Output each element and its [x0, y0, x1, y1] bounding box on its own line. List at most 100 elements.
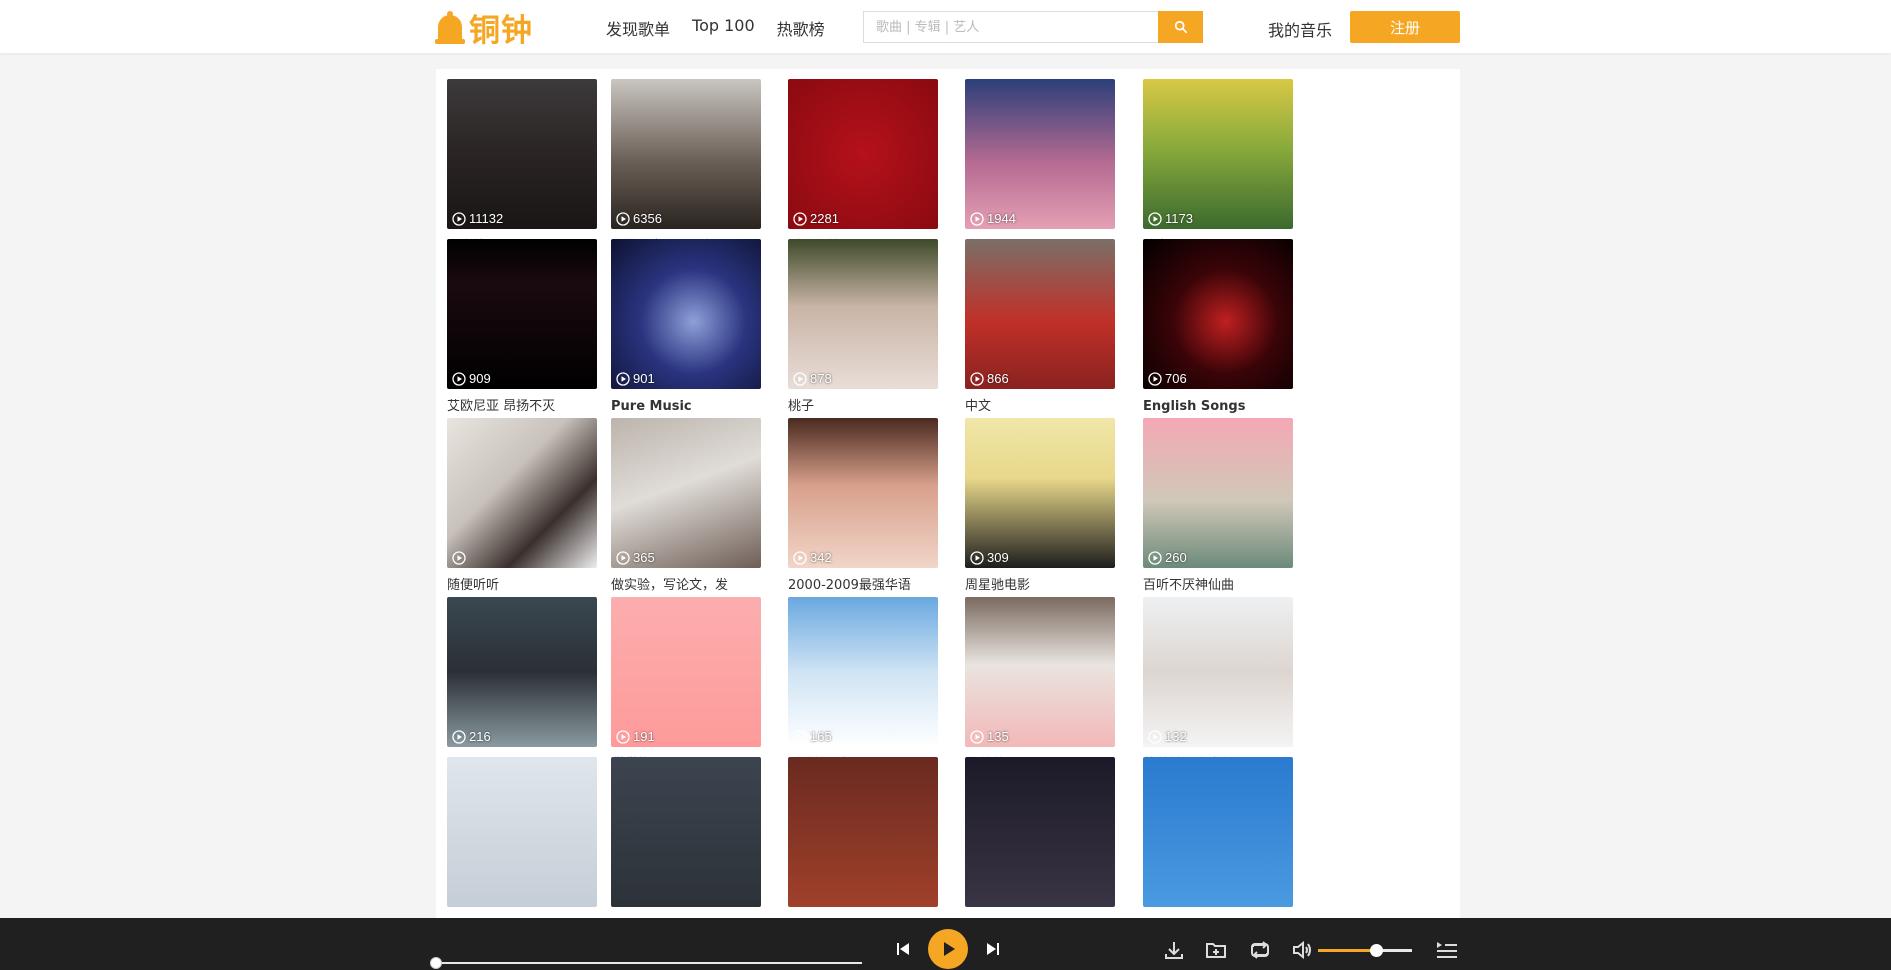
playlist-card[interactable]: 866 中文: [965, 239, 1115, 417]
nav-hot-songs[interactable]: 热歌榜: [777, 16, 825, 40]
play-count: 191: [616, 729, 655, 744]
play-count-value: 216: [469, 729, 491, 744]
playlist-card[interactable]: [447, 757, 597, 915]
play-count: 6356: [616, 211, 662, 226]
playlist-card[interactable]: 165听歌第一版: [788, 597, 938, 775]
playlist-card[interactable]: 1944许嵩: [965, 79, 1115, 257]
play-icon: [944, 942, 955, 956]
playlist-card[interactable]: [788, 757, 938, 915]
play-count-value: 165: [810, 729, 832, 744]
play-circle-icon: [970, 729, 984, 744]
playlist-card[interactable]: [965, 757, 1115, 915]
playlist-cover[interactable]: 11132: [447, 79, 597, 229]
progress-knob[interactable]: [430, 957, 442, 969]
play-count: [452, 551, 469, 565]
main-nav: 发现歌单 Top 100 热歌榜: [606, 16, 825, 40]
playlist-title[interactable]: English Songs: [1143, 397, 1273, 417]
play-count: 901: [616, 371, 655, 386]
play-circle-icon: [1148, 550, 1162, 565]
playlist-cover[interactable]: 901: [611, 239, 761, 389]
playlist-card[interactable]: 909艾欧尼亚 昂扬不灭（S1-S10）: [447, 239, 597, 437]
volume-icon: [1293, 940, 1311, 960]
playlist-card[interactable]: 6356夜曲一出，谁与争锋?: [611, 79, 761, 257]
playlist-cover[interactable]: [965, 757, 1115, 907]
logo[interactable]: 铜钟: [435, 8, 533, 49]
play-circle-icon: [1148, 211, 1162, 226]
playlist-card[interactable]: 3422000-2009最强华语歌单榜: [788, 418, 938, 616]
playlist-card[interactable]: [611, 757, 761, 915]
playlist-cover[interactable]: [611, 757, 761, 907]
playlist-title[interactable]: 中文: [965, 397, 1095, 417]
playlist-title[interactable]: 桃子: [788, 397, 918, 417]
playlist-cover[interactable]: [447, 757, 597, 907]
play-count: 2281: [793, 211, 839, 226]
playlist-card[interactable]: 878 桃子: [788, 239, 938, 417]
register-button[interactable]: 注册: [1350, 11, 1460, 43]
playlist-cover[interactable]: 132: [1143, 597, 1293, 747]
playlist-cover[interactable]: 191: [611, 597, 761, 747]
playlist-card[interactable]: 1173纯音: [1143, 79, 1293, 257]
playlist-grid: 11132周杰伦6356夜曲一出，谁与争锋?2281潘主任的最爱1944许嵩11…: [436, 69, 1460, 919]
download-button[interactable]: [1162, 938, 1186, 962]
playlist-cover[interactable]: 2281: [788, 79, 938, 229]
playlist-cover[interactable]: 878: [788, 239, 938, 389]
playlist-cover[interactable]: 260: [1143, 418, 1293, 568]
search-button[interactable]: [1158, 11, 1203, 43]
playlist-cover[interactable]: [447, 418, 597, 568]
playlist-card[interactable]: 706 English Songs: [1143, 239, 1293, 417]
playlist-cover[interactable]: 1944: [965, 79, 1115, 229]
playlist-title[interactable]: Pure Music: [611, 397, 741, 417]
search-bar: [863, 11, 1203, 43]
play-count-value: 1173: [1165, 211, 1193, 226]
next-button[interactable]: [983, 939, 1003, 959]
playlist-cover[interactable]: 135: [965, 597, 1115, 747]
loop-button[interactable]: [1248, 938, 1272, 962]
search-input[interactable]: [863, 11, 1158, 43]
playlist-cover[interactable]: 1173: [1143, 79, 1293, 229]
playlist-cover[interactable]: 909: [447, 239, 597, 389]
playlist-button[interactable]: [1434, 938, 1460, 962]
playlist-cover[interactable]: 866: [965, 239, 1115, 389]
playlist-card[interactable]: 260 百听不厌神仙曲: [1143, 418, 1293, 596]
playlist-title[interactable]: 周星驰电影: [965, 576, 1095, 596]
nav-top-100[interactable]: Top 100: [692, 16, 755, 40]
playlist-cover[interactable]: 165: [788, 597, 938, 747]
prev-button[interactable]: [893, 939, 913, 959]
playlist-card[interactable]: 132葡萄美酒夜光杯: [1143, 597, 1293, 775]
playlist-card[interactable]: 901 Pure Music: [611, 239, 761, 417]
playlist-cover[interactable]: 309: [965, 418, 1115, 568]
playlist-cover[interactable]: 216: [447, 597, 597, 747]
play-button[interactable]: [928, 929, 968, 969]
playlist-card[interactable]: 11132周杰伦: [447, 79, 597, 257]
my-music-link[interactable]: 我的音乐: [1268, 17, 1332, 41]
playlist-card[interactable]: [1143, 757, 1293, 915]
playlist-card[interactable]: 309 周星驰电影: [965, 418, 1115, 596]
playlist-cover[interactable]: 706: [1143, 239, 1293, 389]
playlist-cover[interactable]: 365: [611, 418, 761, 568]
playlist-title[interactable]: 百听不厌神仙曲: [1143, 576, 1273, 596]
play-circle-icon: [793, 211, 807, 226]
playlist-card[interactable]: 2281潘主任的最爱: [788, 79, 938, 257]
playlist-cover[interactable]: 342: [788, 418, 938, 568]
playlist-card[interactable]: 365做实验，写论文，发SCI: [611, 418, 761, 616]
volume-slider[interactable]: [1318, 949, 1412, 952]
progress-track[interactable]: [436, 962, 862, 964]
playlist-cover[interactable]: [788, 757, 938, 907]
play-count: 11132: [452, 211, 503, 226]
play-circle-icon: [616, 211, 630, 226]
playlist-cover[interactable]: 6356: [611, 79, 761, 229]
playlist-cover[interactable]: [1143, 757, 1293, 907]
nav-discover-playlists[interactable]: 发现歌单: [606, 16, 670, 40]
add-to-folder-button[interactable]: [1204, 938, 1228, 962]
playlist-card[interactable]: 216Exciting!: [447, 597, 597, 775]
playlist-card[interactable]: 随便听听: [447, 418, 597, 596]
skip-previous-icon: [897, 943, 909, 955]
search-icon: [1174, 20, 1187, 34]
volume-knob[interactable]: [1370, 944, 1384, 957]
folder-add-icon: [1206, 943, 1226, 958]
play-circle-icon: [452, 371, 466, 386]
playlist-card[interactable]: 191甜甜的: [611, 597, 761, 775]
playlist-title[interactable]: 随便听听: [447, 576, 577, 596]
playlist-card[interactable]: 135啦啦啦: [965, 597, 1115, 775]
volume-button[interactable]: [1290, 938, 1314, 962]
